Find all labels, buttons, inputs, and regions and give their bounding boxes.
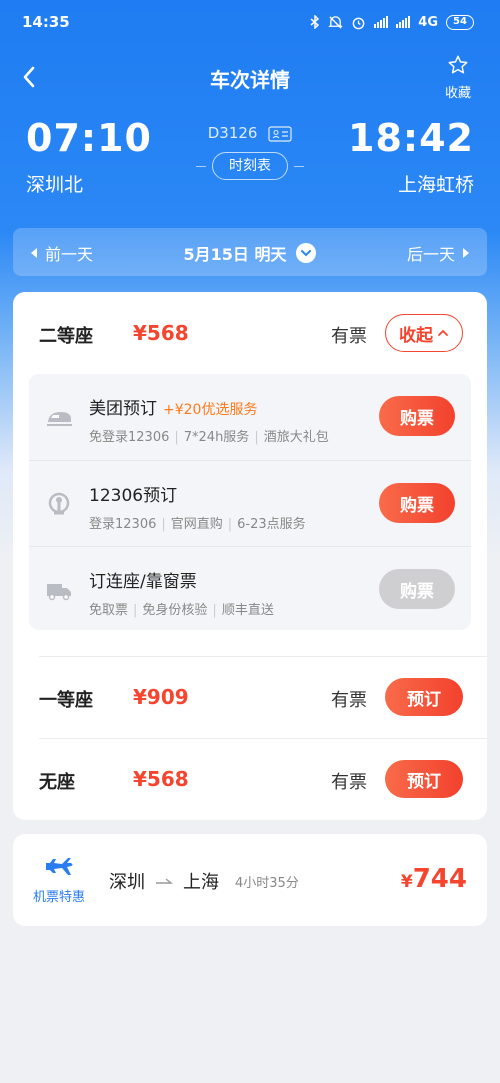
arrival-time: 18:42 [348, 116, 474, 160]
option-title-text: 12306预订 [89, 486, 178, 506]
booking-option-seat-selection: 订连座/靠窗票 免取票 | 免身份核验 | 顺丰直送 购票 [29, 546, 471, 632]
network-type: 4G [418, 14, 438, 30]
train-icon [47, 412, 72, 426]
seat-price: ¥568 [133, 767, 189, 791]
train-info: 07:10 深圳北 D3126 时刻表 18:42 上海虹桥 [0, 112, 500, 202]
next-day-button[interactable]: 后一天 [407, 241, 469, 265]
divider-line [196, 166, 206, 167]
buy-button-disabled[interactable]: 购票 [379, 569, 455, 609]
booking-option-desc: 免登录12306 | 7*24h服务 | 酒旅大礼包 [89, 430, 329, 445]
current-date-label: 5月15日 明天 [183, 245, 287, 264]
seat-availability: 有票 [331, 772, 367, 793]
departure-station: 深圳北 [26, 174, 84, 196]
option-title-text: 订连座/靠窗票 [89, 572, 197, 592]
chevron-down-icon [296, 243, 317, 263]
seat-name: 一等座 [39, 690, 93, 711]
seat-row-second-class: 二等座 ¥568 有票 收起 [13, 292, 487, 374]
bluetooth-icon [310, 15, 320, 29]
mute-icon [328, 15, 343, 29]
desc-item: 免取票 [89, 603, 129, 618]
collapse-button[interactable]: 收起 [385, 314, 463, 352]
desc-item: 酒旅大礼包 [263, 430, 329, 445]
flight-route: 深圳 上海 4小时35分 [109, 868, 299, 894]
booking-options-panel: 美团预订 +¥20优选服务 免登录12306 | 7*24h服务 | 酒旅大礼包 购票 1… [29, 374, 471, 630]
desc-item: 官网直购 [170, 517, 223, 532]
buy-button[interactable]: 购票 [379, 483, 455, 523]
arrow-right-icon [156, 878, 173, 884]
status-icons: 4G 54 [310, 14, 474, 30]
booking-option-desc: 免取票 | 免身份核验 | 顺丰直送 [89, 603, 274, 618]
option-title-text: 美团预订 [89, 399, 157, 419]
seat-name: 无座 [39, 772, 75, 793]
desc-item: 登录12306 [89, 517, 157, 532]
timetable-button[interactable]: 时刻表 [212, 152, 288, 180]
alarm-icon [352, 17, 365, 29]
divider-line [294, 166, 304, 167]
signal-icon-2 [396, 16, 411, 28]
booking-option-desc: 登录12306 | 官网直购 | 6-23点服务 [89, 517, 306, 532]
date-selector: 前一天 5月15日 明天 后一天 [13, 228, 487, 276]
booking-option-meituan: 美团预订 +¥20优选服务 免登录12306 | 7*24h服务 | 酒旅大礼包 购票 [29, 374, 471, 460]
currency-symbol: ¥ [400, 872, 413, 892]
airplane-icon [46, 858, 73, 875]
booking-option-12306: 12306预订 登录12306 | 官网直购 | 6-23点服务 购票 [29, 460, 471, 546]
flight-duration: 4小时35分 [235, 875, 299, 891]
page-title: 车次详情 [210, 68, 290, 92]
truck-icon [47, 584, 71, 601]
flight-price-amount: 744 [412, 864, 467, 894]
nav-bar: 车次详情 收藏 [0, 52, 500, 102]
seat-price: ¥909 [133, 685, 189, 709]
arrival-station: 上海虹桥 [397, 174, 474, 196]
book-button[interactable]: 预订 [385, 678, 463, 716]
status-time: 14:35 [22, 13, 70, 31]
seat-price: ¥568 [133, 321, 189, 345]
chevron-up-icon [438, 329, 448, 336]
seat-list-card: 二等座 ¥568 有票 收起 美团预订 +¥20优选服务 免登录12306 | 7*2… [13, 292, 487, 820]
status-bar: 14:35 4G 54 [0, 0, 500, 44]
collapse-label: 收起 [399, 325, 433, 346]
flight-price: ¥744 [401, 864, 467, 894]
desc-item: 免身份核验 [142, 603, 208, 618]
seat-availability: 有票 [331, 326, 367, 347]
booking-option-title: 12306预订 [89, 481, 177, 506]
flight-deal-badge: 机票特惠 [27, 856, 91, 905]
next-day-label: 后一天 [406, 245, 455, 264]
flight-to: 上海 [183, 872, 219, 893]
id-card-icon [268, 125, 292, 142]
railway-logo-icon [48, 492, 70, 515]
booking-option-title: 美团预订 +¥20优选服务 [89, 394, 257, 419]
flight-deal-label: 机票特惠 [32, 890, 85, 905]
desc-item: 免登录12306 [89, 430, 170, 445]
right-triangle-icon [463, 248, 469, 258]
seat-row-first-class: 一等座 ¥909 有票 预订 [13, 656, 487, 738]
battery-icon: 54 [446, 14, 474, 30]
desc-item: 6-23点服务 [237, 517, 306, 532]
booking-option-title: 订连座/靠窗票 [89, 567, 197, 592]
seat-row-no-seat: 无座 ¥568 有票 预订 [13, 738, 487, 820]
flight-from: 深圳 [109, 872, 145, 893]
favorite-label: 收藏 [444, 86, 471, 101]
train-number: D3126 [207, 124, 258, 142]
buy-button[interactable]: 购票 [379, 396, 455, 436]
flight-deal-card[interactable]: 机票特惠 深圳 上海 4小时35分 ¥744 [13, 834, 487, 926]
seat-name: 二等座 [39, 326, 93, 347]
favorite-button[interactable]: 收藏 [438, 54, 478, 101]
signal-icon [374, 16, 389, 28]
star-icon [448, 55, 468, 74]
desc-item: 7*24h服务 [183, 430, 250, 445]
desc-item: 顺丰直送 [221, 603, 274, 618]
book-button[interactable]: 预订 [385, 760, 463, 798]
promo-text: +¥20优选服务 [163, 402, 258, 418]
seat-availability: 有票 [331, 690, 367, 711]
